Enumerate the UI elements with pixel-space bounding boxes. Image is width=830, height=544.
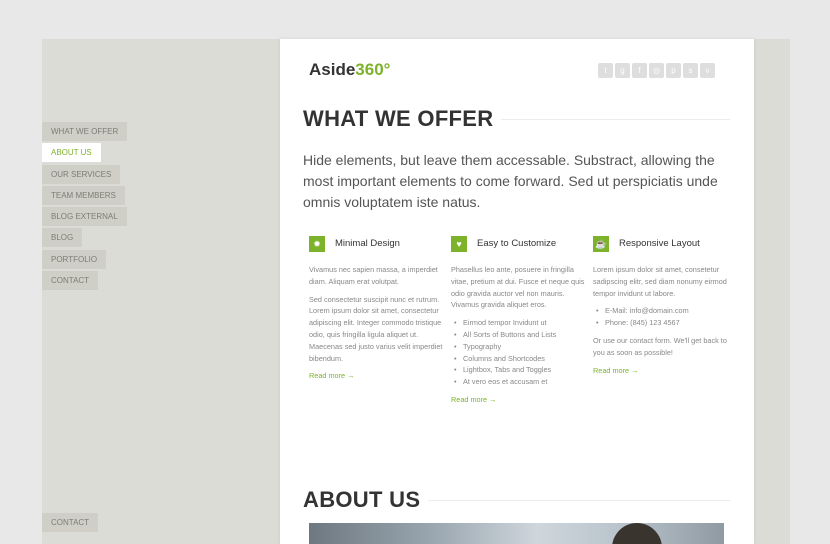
list-item: E-Mail: info@domain.com	[593, 305, 728, 317]
person-silhouette	[612, 523, 662, 544]
feature-text: Or use our contact form. We'll get back …	[593, 335, 727, 357]
feature-list: Eirmod tempor Invidunt ut All Sorts of B…	[451, 317, 586, 388]
section-title-text: WHAT WE OFFER	[303, 106, 494, 131]
list-item: Lightbox, Tabs and Toggles	[451, 364, 586, 376]
side-nav: WHAT WE OFFER ABOUT US OUR SERVICES TEAM…	[42, 122, 128, 292]
feature-text: Sed consectetur suscipit nunc et rutrum.…	[309, 294, 443, 363]
feature-text: Lorem ipsum dolor sit amet, consetetur s…	[593, 265, 727, 298]
contact-list: E-Mail: info@domain.com Phone: (845) 123…	[593, 305, 728, 329]
section-title-about-us: ABOUT US	[303, 487, 730, 513]
feature-head: ✹ Minimal Design	[309, 236, 444, 252]
list-item: Columns and Shortcodes	[451, 353, 586, 365]
dribbble-icon[interactable]: ◎	[649, 63, 664, 78]
read-more-link[interactable]: Read more →	[451, 395, 496, 404]
feature-easy-customize: ♥ Easy to Customize Phasellus leo ante, …	[451, 236, 586, 406]
list-item: At vero eos et accusam et	[451, 376, 586, 388]
nav-item-portfolio[interactable]: PORTFOLIO	[42, 249, 107, 269]
section-title-text: ABOUT US	[303, 487, 421, 512]
nav-item-blog-external[interactable]: BLOG EXTERNAL	[42, 207, 127, 227]
nav-item-what-we-offer[interactable]: WHAT WE OFFER	[42, 122, 128, 141]
facebook-icon[interactable]: f	[632, 63, 647, 78]
heart-icon: ♥	[451, 236, 467, 252]
feature-title: Easy to Customize	[477, 238, 557, 250]
nav-item-about-us[interactable]: ABOUT US	[42, 143, 101, 163]
about-photo	[309, 523, 724, 544]
feature-title: Responsive Layout	[619, 238, 700, 250]
vimeo-icon[interactable]: v	[700, 63, 715, 78]
list-item: Eirmod tempor Invidunt ut	[451, 317, 586, 329]
feature-minimal-design: ✹ Minimal Design Vivamus nec sapien mass…	[309, 236, 444, 382]
lead-text: Hide elements, but leave them accessable…	[303, 152, 718, 210]
lightbulb-icon: ✹	[309, 236, 325, 252]
list-item: All Sorts of Buttons and Lists	[451, 329, 586, 341]
logo[interactable]: Aside360°	[309, 60, 390, 80]
logo-suffix: 360°	[355, 60, 391, 79]
feature-head: ♥ Easy to Customize	[451, 236, 586, 252]
nav-item-our-services[interactable]: OUR SERVICES	[42, 164, 121, 184]
mug-icon: ☕	[593, 236, 609, 252]
twitter-icon[interactable]: t	[598, 63, 613, 78]
read-more-link[interactable]: Read more →	[593, 366, 638, 375]
feature-responsive-layout: ☕ Responsive Layout Lorem ipsum dolor si…	[593, 236, 728, 376]
social-icons: t g f ◎ p s v	[598, 63, 715, 78]
title-divider	[428, 499, 730, 501]
feature-text: Vivamus nec sapien massa, a imperdiet di…	[309, 265, 438, 286]
read-more-link[interactable]: Read more →	[309, 371, 354, 380]
feature-title: Minimal Design	[335, 238, 400, 250]
nav-item-contact[interactable]: CONTACT	[42, 271, 99, 291]
logo-text: Aside	[309, 60, 356, 79]
google-plus-icon[interactable]: g	[615, 63, 630, 78]
pinterest-icon[interactable]: p	[666, 63, 681, 78]
feature-text: Phasellus leo ante, posuere in fringilla…	[451, 265, 585, 310]
skype-icon[interactable]: s	[683, 63, 698, 78]
section-title-what-we-offer: WHAT WE OFFER	[303, 106, 730, 132]
nav-item-team-members[interactable]: TEAM MEMBERS	[42, 185, 125, 205]
main-content: Aside360° t g f ◎ p s v WHAT WE OFFER Hi…	[280, 39, 754, 544]
nav-bottom-contact[interactable]: CONTACT	[42, 513, 99, 532]
bottom-nav: CONTACT	[42, 513, 99, 534]
list-item: Typography	[451, 341, 586, 353]
feature-head: ☕ Responsive Layout	[593, 236, 728, 252]
list-item: Phone: (845) 123 4567	[593, 317, 728, 329]
title-divider	[501, 118, 730, 120]
nav-item-blog[interactable]: BLOG	[42, 228, 83, 248]
